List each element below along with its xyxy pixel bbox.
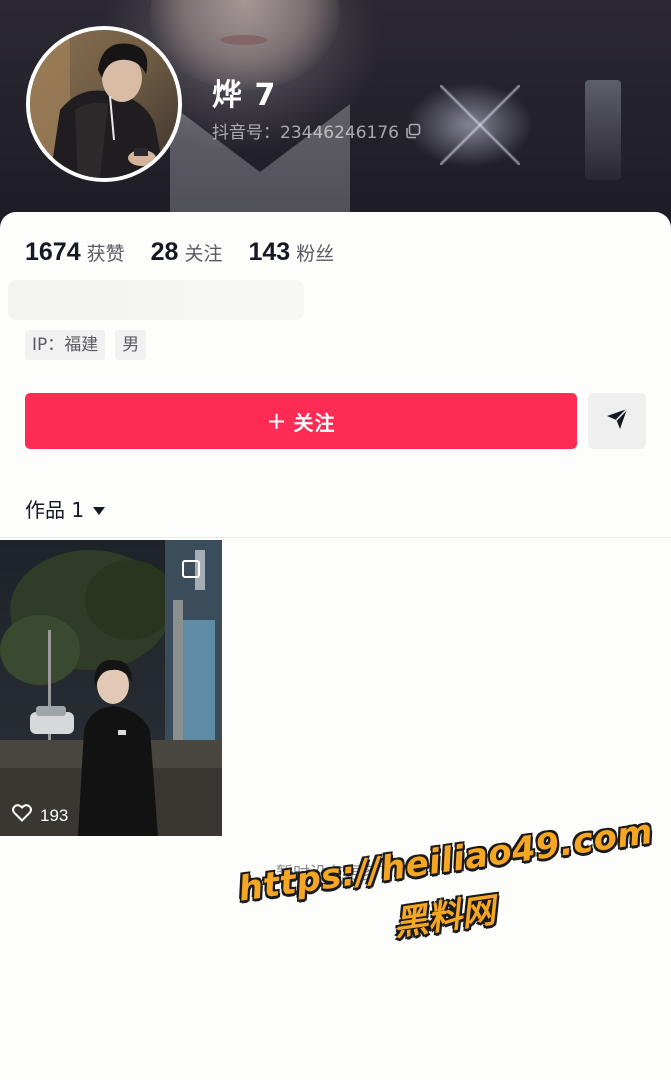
share-button[interactable]	[588, 393, 646, 449]
work-likes: 193	[12, 804, 68, 827]
avatar[interactable]	[26, 26, 182, 182]
divider	[0, 537, 671, 538]
banner-light-bar	[585, 80, 621, 180]
banner-light-flare	[440, 85, 520, 165]
tab-works[interactable]: 作品 1	[25, 494, 106, 523]
heart-icon	[12, 804, 32, 827]
tab-works-label: 作品 1	[25, 498, 85, 522]
follow-button-label: 关注	[293, 410, 336, 435]
stat-likes: 1674 获赞	[25, 238, 125, 267]
bio-redacted	[8, 280, 304, 320]
caret-down-icon	[92, 497, 106, 521]
douyin-id[interactable]: 抖音号：23446246176	[212, 118, 421, 143]
share-icon	[605, 407, 629, 435]
banner-background-detail	[220, 35, 268, 45]
plus-icon: +	[266, 407, 288, 435]
tag-ip-location: IP：福建	[25, 330, 106, 360]
stat-following-value: 28	[150, 238, 179, 266]
work-thumbnail[interactable]: 193	[0, 540, 222, 836]
nickname: 烨 7	[212, 78, 277, 113]
profile-tags: IP：福建 男	[25, 330, 147, 360]
tag-gender: 男	[115, 330, 147, 360]
stat-likes-label: 获赞	[86, 243, 125, 265]
copy-icon[interactable]	[405, 123, 421, 139]
douyin-id-text: 抖音号：23446246176	[212, 123, 399, 143]
stats-row: 1674 获赞 28 关注 143 粉丝	[25, 238, 360, 267]
stat-following-label: 关注	[184, 243, 223, 265]
stat-following[interactable]: 28 关注	[151, 238, 223, 267]
stat-followers-label: 粉丝	[296, 243, 335, 265]
work-likes-count: 193	[40, 805, 69, 825]
follow-button[interactable]: + 关注	[25, 393, 577, 449]
stat-followers-value: 143	[248, 238, 291, 266]
pin-icon	[182, 560, 200, 578]
profile-banner: 烨 7 抖音号：23446246176	[0, 0, 671, 240]
stat-followers[interactable]: 143 粉丝	[248, 238, 334, 267]
stat-likes-value: 1674	[25, 238, 81, 266]
